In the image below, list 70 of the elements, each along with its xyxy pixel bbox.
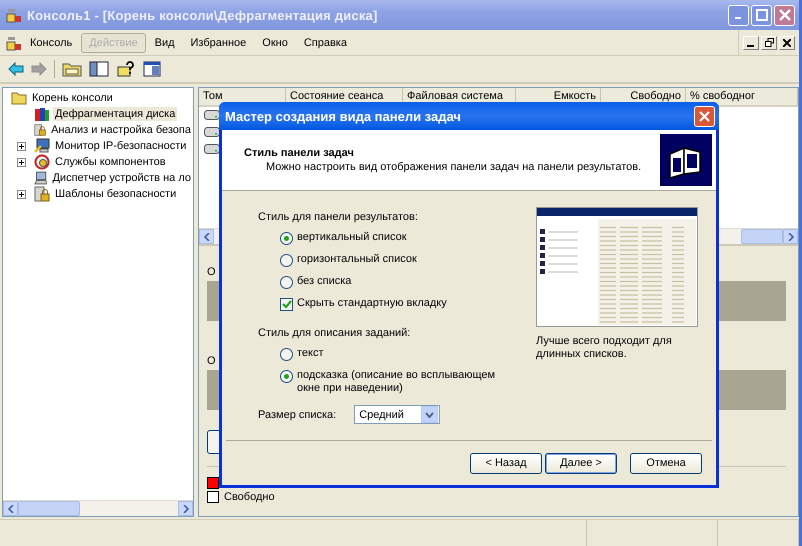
- lock-icon: [34, 122, 46, 138]
- folder-icon[interactable]: [62, 61, 82, 77]
- help-icon[interactable]: [116, 61, 136, 77]
- folder-icon: [11, 91, 27, 105]
- tree-item[interactable]: Службы компонентов: [53, 155, 168, 169]
- close-button[interactable]: [779, 36, 795, 50]
- wizard-button[interactable]: Отмена: [630, 452, 702, 474]
- blocks-icon: [34, 106, 50, 122]
- expand-icon[interactable]: [16, 142, 26, 150]
- expand-icon[interactable]: [16, 190, 26, 198]
- windows-icon: [660, 134, 712, 186]
- computer-icon: [34, 170, 48, 186]
- restore-icon[interactable]: [764, 38, 774, 47]
- panel-label: О: [207, 266, 216, 278]
- lock-icon: [34, 186, 50, 202]
- horizontal-scrollbar[interactable]: [3, 500, 193, 516]
- window-title: Консоль1 - [Корень консоли\Дефрагментация диска]: [27, 8, 378, 22]
- tree-item[interactable]: Дефрагментация диска: [53, 107, 178, 121]
- list-size-dropdown[interactable]: Средний: [354, 405, 440, 424]
- radio-button[interactable]: [280, 348, 293, 361]
- tree-item[interactable]: Шаблоны безопасности: [53, 187, 178, 201]
- scrollbar-thumb[interactable]: [18, 501, 80, 516]
- radio-button[interactable]: [280, 276, 293, 289]
- radio-button[interactable]: [280, 254, 293, 267]
- menu-item[interactable]: Вид: [148, 34, 182, 52]
- option-label: текст: [297, 347, 325, 360]
- field-label: Размер списка:: [258, 408, 336, 420]
- disk-drive-icon: [204, 127, 220, 137]
- group-label: Стиль для панели результатов:: [258, 211, 419, 223]
- maximize-button[interactable]: [751, 4, 772, 26]
- tree-item[interactable]: Анализ и настройка безопа: [49, 123, 193, 137]
- toolbox-icon: [6, 7, 22, 23]
- menu-item[interactable]: Окно: [255, 34, 295, 52]
- disk-drive-icon: [204, 144, 220, 154]
- option-label: вертикальный список: [297, 231, 407, 243]
- minimize-button[interactable]: [743, 36, 759, 50]
- toolbox-icon: [6, 34, 22, 50]
- wizard-button[interactable]: < Назад: [470, 452, 542, 474]
- option-label: горизонтальный список: [297, 253, 417, 265]
- radio-button[interactable]: [280, 232, 293, 245]
- preview-caption: Лучше всего подходит для длинных списков.: [536, 335, 673, 361]
- maximize-icon[interactable]: [756, 9, 768, 21]
- disk-drive-icon: [204, 110, 220, 120]
- scrollbar-thumb[interactable]: [741, 229, 783, 244]
- window-icon[interactable]: [143, 61, 161, 77]
- panel-label: О: [207, 355, 216, 367]
- wizard-button[interactable]: Далее >: [545, 452, 617, 474]
- option-label: без списка: [297, 275, 352, 287]
- tree-item[interactable]: Монитор IP-безопасности: [53, 139, 188, 153]
- close-icon[interactable]: [783, 38, 791, 46]
- tree-item[interactable]: Корень консоли: [30, 91, 115, 105]
- option-label: подсказка (описание во всплывающем окне при наведении): [297, 369, 496, 395]
- dialog-title: Мастер создания вида панели задач: [225, 108, 461, 124]
- page-description: Можно настроить вид отображения панели задач на панели результатов.: [265, 161, 642, 173]
- page-heading: Стиль панели задач: [244, 147, 355, 159]
- group-label: Стиль для описания заданий:: [258, 327, 412, 339]
- checkbox[interactable]: [280, 298, 293, 311]
- pane-icon[interactable]: [89, 61, 109, 77]
- legend-label: Свободно: [224, 491, 275, 503]
- option-label: Скрыть стандартную вкладку: [297, 297, 447, 309]
- expand-icon[interactable]: [16, 158, 26, 166]
- menu-item[interactable]: Консоль: [23, 34, 80, 52]
- radio-button[interactable]: [280, 370, 293, 383]
- gear-icon: [34, 154, 50, 170]
- tree-item[interactable]: Диспетчер устройств на ло: [50, 171, 193, 185]
- menu-item[interactable]: Избранное: [184, 34, 254, 52]
- menu-item[interactable]: Справка: [296, 34, 354, 52]
- monitor-icon: [34, 138, 50, 154]
- restore-button[interactable]: [761, 36, 777, 50]
- back-arrow-icon[interactable]: [8, 62, 24, 76]
